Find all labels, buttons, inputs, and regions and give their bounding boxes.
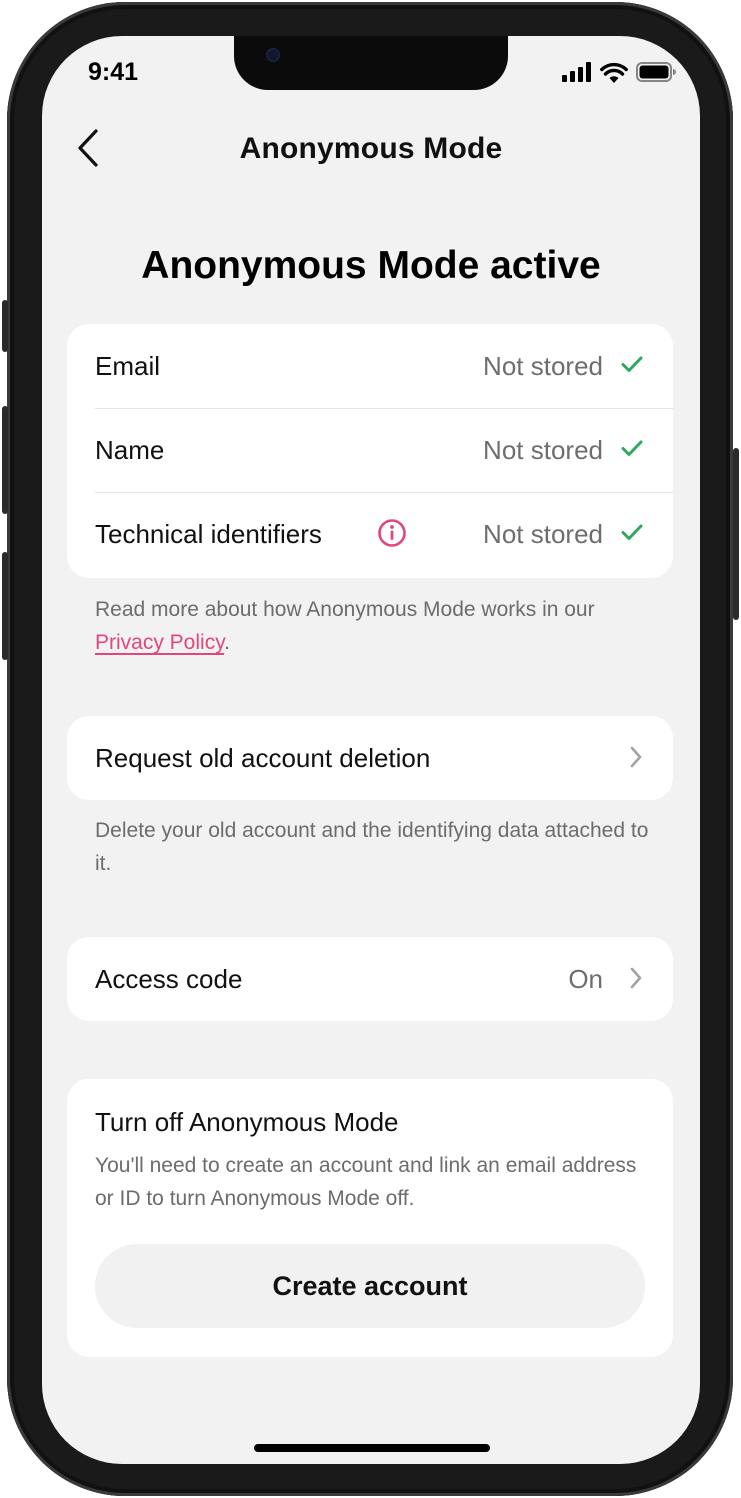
create-account-button[interactable]: Create account <box>95 1244 645 1328</box>
navigation-bar: Anonymous Mode <box>42 124 700 172</box>
deletion-note: Delete your old account and the identify… <box>95 819 649 875</box>
access-code-label: Access code <box>95 963 243 994</box>
row-label: Name <box>95 434 165 465</box>
signal-icon <box>562 62 591 82</box>
row-email: Email Not stored <box>67 324 673 408</box>
turn-off-description: You'll need to create an account and lin… <box>95 1154 637 1210</box>
row-name: Name Not stored <box>67 408 673 492</box>
privacy-policy-link[interactable]: Privacy Policy <box>95 631 224 654</box>
screen: 9:41 Anonymous Mode Anonymous Mode activ… <box>42 36 700 1464</box>
chevron-right-icon <box>630 746 642 768</box>
privacy-note: Read more about how Anonymous Mode works… <box>95 593 655 659</box>
wifi-icon <box>600 62 628 83</box>
access-code-row[interactable]: Access code On <box>67 937 673 1021</box>
check-icon <box>621 356 643 372</box>
row: Request old account deletion <box>67 716 673 800</box>
power-button <box>733 448 739 620</box>
row: Access code On <box>67 937 673 1021</box>
data-storage-card: Email Not stored Name Not stored Technic… <box>67 324 673 578</box>
status-icons <box>562 60 676 84</box>
notch <box>234 36 508 90</box>
nav-title: Anonymous Mode <box>239 132 503 165</box>
mute-switch <box>2 300 8 352</box>
access-code-value: On <box>568 963 603 994</box>
status-time: 9:41 <box>88 58 139 86</box>
check-icon <box>621 524 643 540</box>
request-deletion-row[interactable]: Request old account deletion <box>67 716 673 800</box>
row-label: Technical identifiers <box>95 518 322 549</box>
camera <box>266 48 280 62</box>
turn-off-title: Turn off Anonymous Mode <box>95 1107 399 1137</box>
home-indicator <box>254 1444 490 1452</box>
row-label: Email <box>95 350 161 381</box>
row-value: Not stored <box>483 350 603 381</box>
volume-up-button <box>2 406 8 514</box>
battery-icon <box>636 62 676 82</box>
info-icon[interactable] <box>377 518 407 548</box>
row-value: Not stored <box>483 518 603 549</box>
row-technical-identifiers: Technical identifiers Not stored <box>67 492 673 576</box>
deletion-label: Request old account deletion <box>95 742 431 773</box>
page-title: Anonymous Mode active <box>141 244 601 287</box>
privacy-note-suffix: . <box>224 631 230 654</box>
check-icon <box>621 440 643 456</box>
chevron-right-icon <box>630 967 642 989</box>
privacy-note-text: Read more about how Anonymous Mode works… <box>95 598 595 621</box>
row-value: Not stored <box>483 434 603 465</box>
volume-down-button <box>2 552 8 660</box>
turn-off-card: Turn off Anonymous Mode You'll need to c… <box>67 1079 673 1357</box>
